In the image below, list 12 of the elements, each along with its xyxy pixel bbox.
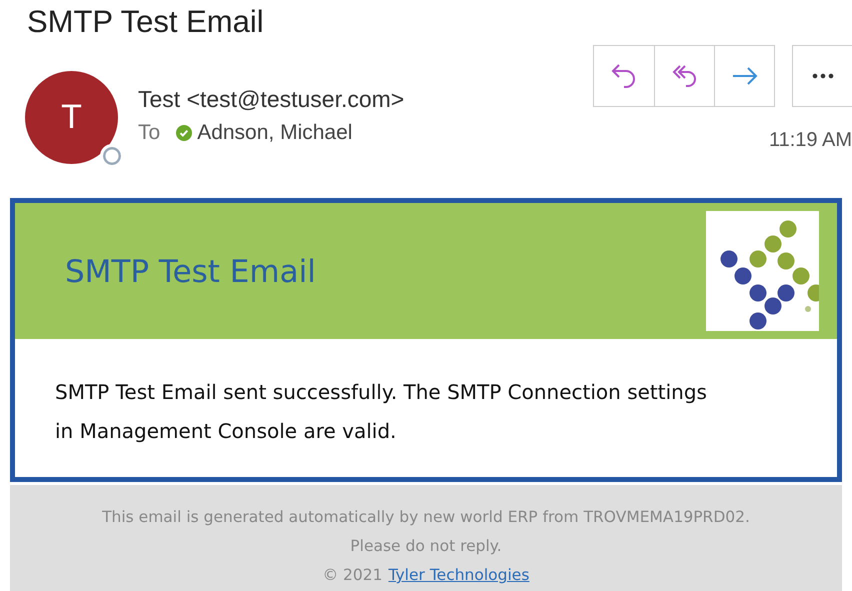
footer-notice: This email is generated automatically by new world ERP from TROVMEMA19PRD02.: [101, 507, 751, 528]
company-link[interactable]: Tyler Technologies: [388, 561, 530, 590]
email-subject: SMTP Test Email: [26, 4, 265, 40]
to-label: To: [138, 121, 160, 145]
footer-request: Please do not reply.: [349, 536, 503, 557]
message-text: SMTP Test Email sent successfully. The SMTP Connection settings in Management Console are valid.: [54, 379, 708, 445]
banner-title: SMTP Test Email: [64, 254, 316, 290]
recipient-name[interactable]: Adnson, Michael: [197, 121, 352, 145]
sender-name: Test <test@testuser.com>: [138, 86, 406, 113]
copyright-text: © 2021: [322, 565, 382, 586]
timestamp: 11:19 AM: [768, 129, 852, 152]
more-icon: [810, 73, 834, 79]
